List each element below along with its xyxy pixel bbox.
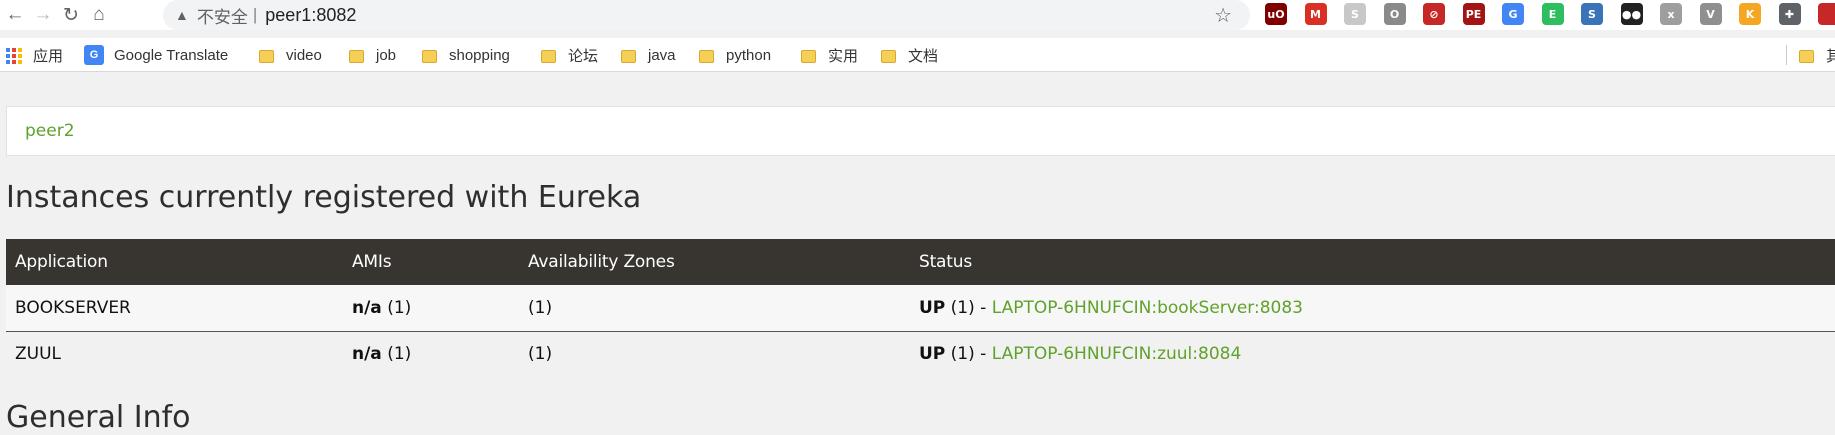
home-icon[interactable]: ⌂ <box>86 2 112 28</box>
replicas-box: peer2 <box>6 106 1835 156</box>
bookmark-folder-label: shopping <box>449 46 510 64</box>
folder-icon <box>699 49 714 63</box>
folder-icon <box>541 49 556 63</box>
bookmark-folder-other[interactable]: 其 <box>1786 45 1835 65</box>
amis-count: (1) <box>381 344 412 365</box>
security-warning-icon[interactable]: ▲ <box>175 7 189 23</box>
bookmark-folder-label: video <box>286 46 322 64</box>
url-text[interactable]: peer1:8082 <box>265 5 356 26</box>
amis-count: (1) <box>381 297 412 318</box>
status-cell: UP (1) - LAPTOP-6HNUFCIN:bookServer:8083 <box>910 285 1835 332</box>
zones-cell: (1) <box>519 285 910 332</box>
folder-icon <box>1799 49 1814 63</box>
orange-extension-icon[interactable]: K <box>1739 3 1761 25</box>
bookmark-folder-job[interactable]: job <box>349 45 396 65</box>
status-value: UP <box>919 297 946 318</box>
bookmark-apps-label: 应用 <box>33 47 64 65</box>
bookmark-folder-label: java <box>648 46 676 64</box>
bookmark-folder-java[interactable]: java <box>621 45 676 65</box>
application-name: BOOKSERVER <box>6 285 343 332</box>
google-translate-icon[interactable]: G <box>1502 3 1524 25</box>
forward-icon[interactable]: → <box>30 2 56 28</box>
pdf-icon[interactable]: PE <box>1462 3 1485 25</box>
zones-cell: (1) <box>519 331 910 377</box>
general-info-heading: General Info <box>6 400 191 435</box>
instance-link[interactable]: LAPTOP-6HNUFCIN:bookServer:8083 <box>992 298 1303 318</box>
bookmark-folder-label: 文档 <box>908 47 939 65</box>
reload-icon[interactable]: ↻ <box>58 2 84 28</box>
bookmark-folder-label: 论坛 <box>568 47 599 65</box>
insecure-label[interactable]: 不安全 <box>197 3 248 28</box>
bookmark-folder-label: job <box>376 46 397 64</box>
google-translate-icon: G <box>84 45 104 65</box>
evernote-icon[interactable]: E <box>1541 3 1564 25</box>
amis-cell: n/a (1) <box>343 285 519 332</box>
column-header-status: Status <box>910 239 1835 285</box>
extension-toolbar: uO M S O ⊘ PE G E S ●● x V K ✚ <box>1265 3 1835 25</box>
bookmark-google-translate-label: Google Translate <box>114 46 229 64</box>
browser-toolbar: ← → ↻ ⌂ ▲ 不安全 | peer1:8082 ☆ uO M S O ⊘ PE G E S… <box>0 0 1835 30</box>
bookmark-apps[interactable]: 应用 <box>6 45 63 65</box>
block-icon[interactable]: ⊘ <box>1423 3 1445 25</box>
bookmark-folder-video[interactable]: video <box>259 45 322 65</box>
apps-grid-icon <box>6 47 23 64</box>
status-count: (1) - <box>945 344 992 365</box>
bookmark-folder-docs[interactable]: 文档 <box>881 45 938 65</box>
disabled-extension-icon[interactable]: x <box>1660 3 1682 25</box>
bookmark-folder-label: 实用 <box>828 47 859 65</box>
vue-devtools-icon[interactable]: V <box>1699 3 1722 25</box>
ring-icon[interactable]: O <box>1383 3 1406 25</box>
bookmark-folder-utilities[interactable]: 实用 <box>801 45 858 65</box>
puzzle-icon[interactable]: ✚ <box>1778 3 1801 25</box>
script-icon[interactable]: S <box>1581 3 1603 25</box>
extension-grey-icon[interactable]: S <box>1344 3 1366 25</box>
bookmarks-bar: 应用 G Google Translate video job shopping… <box>0 38 1835 72</box>
bookmark-star-icon[interactable]: ☆ <box>1214 3 1232 28</box>
bookmark-folder-label: 其 <box>1826 47 1835 65</box>
status-count: (1) - <box>945 297 992 318</box>
folder-icon <box>422 49 437 63</box>
folder-icon <box>259 49 274 63</box>
amis-cell: n/a (1) <box>343 331 519 377</box>
back-icon[interactable]: ← <box>2 2 28 28</box>
column-header-amis: AMIs <box>343 239 519 285</box>
instances-heading: Instances currently registered with Eure… <box>6 180 642 215</box>
instance-link[interactable]: LAPTOP-6HNUFCIN:zuul:8084 <box>992 344 1242 364</box>
profile-flag-icon[interactable] <box>1818 3 1835 25</box>
instances-table: Application AMIs Availability Zones Stat… <box>6 239 1835 377</box>
amis-value: n/a <box>352 297 382 318</box>
table-row: ZUUL n/a (1) (1) UP (1) - LAPTOP-6HNUFCI… <box>6 331 1835 377</box>
gmail-icon[interactable]: M <box>1304 3 1327 25</box>
amis-value: n/a <box>352 344 382 365</box>
column-header-availability-zones: Availability Zones <box>519 239 910 285</box>
folder-icon <box>801 49 816 63</box>
ublock-icon[interactable]: uO <box>1265 3 1287 25</box>
folder-icon <box>881 49 896 63</box>
replica-link-peer2[interactable]: peer2 <box>25 121 75 141</box>
address-separator: | <box>252 5 258 24</box>
bookmark-folder-shopping[interactable]: shopping <box>422 45 510 65</box>
bookmark-folder-forum[interactable]: 论坛 <box>541 45 598 65</box>
bookmark-folder-python[interactable]: python <box>699 45 771 65</box>
tampermonkey-icon[interactable]: ●● <box>1620 3 1643 25</box>
status-cell: UP (1) - LAPTOP-6HNUFCIN:zuul:8084 <box>910 331 1835 377</box>
status-value: UP <box>919 344 946 365</box>
bookmark-folder-label: python <box>726 46 772 64</box>
column-header-application: Application <box>6 239 343 285</box>
folder-icon <box>349 49 364 63</box>
folder-icon <box>621 49 636 63</box>
table-header-row: Application AMIs Availability Zones Stat… <box>6 239 1835 285</box>
application-name: ZUUL <box>6 331 343 377</box>
address-bar[interactable]: ▲ 不安全 | peer1:8082 ☆ <box>163 0 1250 30</box>
bookmark-google-translate[interactable]: G Google Translate <box>84 45 228 65</box>
table-row: BOOKSERVER n/a (1) (1) UP (1) - LAPTOP-6… <box>6 285 1835 332</box>
